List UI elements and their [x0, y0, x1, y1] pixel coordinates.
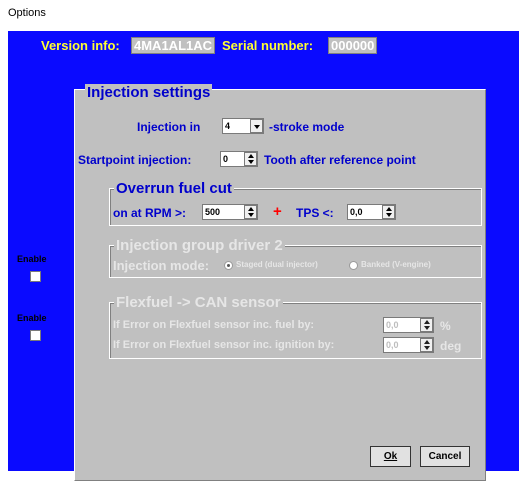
spin-arrows-icon[interactable]: [382, 205, 395, 219]
flexfuel-fuel-unit: %: [440, 319, 451, 333]
spin-arrows-icon[interactable]: [420, 318, 433, 332]
overrun-fuel-cut-group: Overrun fuel cut on at RPM >: 500 + TPS …: [109, 180, 482, 226]
flexfuel-ignition-value: 0,0: [386, 340, 399, 350]
injection-settings-panel: Injection settings Injection in 4 -strok…: [17, 84, 486, 481]
options-client-area: Version info: 4MA1AL1AC Serial number: 0…: [8, 31, 519, 481]
banked-radio[interactable]: [349, 261, 358, 270]
serial-number-value: 000000: [328, 37, 378, 54]
startpoint-injection-suffix: Tooth after reference point: [264, 153, 416, 167]
injection-in-label: Injection in: [137, 120, 201, 134]
overrun-fuel-cut-title: Overrun fuel cut: [114, 180, 234, 197]
flexfuel-fuel-value: 0,0: [386, 320, 399, 330]
injection-group-driver-2-group: Injection group driver 2 Injection mode:…: [109, 237, 482, 278]
injection-group-driver-2-title: Injection group driver 2: [114, 237, 285, 254]
version-info-value: 4MA1AL1AC: [131, 37, 216, 54]
injection-settings-title: Injection settings: [85, 84, 213, 101]
injection-mode-label: Injection mode:: [113, 258, 210, 273]
flexfuel-ignition-stepper[interactable]: 0,0: [383, 337, 434, 353]
flexfuel-enable-label: Enable: [17, 313, 47, 323]
options-window: Options Version info: 4MA1AL1AC Serial n…: [0, 0, 527, 481]
flexfuel-ignition-unit: deg: [440, 339, 462, 353]
stroke-mode-select[interactable]: 4: [222, 118, 264, 134]
spin-arrows-icon[interactable]: [420, 338, 433, 352]
plus-icon: +: [273, 203, 282, 220]
flexfuel-can-sensor-group: Flexfuel -> CAN sensor If Error on Flexf…: [109, 294, 482, 359]
overrun-rpm-label: on at RPM >:: [113, 206, 187, 220]
overrun-rpm-value: 500: [205, 207, 221, 217]
flexfuel-fuel-stepper[interactable]: 0,0: [383, 317, 434, 333]
staged-option-label: Staged (dual injector): [236, 260, 318, 269]
staged-radio[interactable]: [224, 261, 233, 270]
spin-arrows-icon[interactable]: [244, 205, 257, 219]
spin-arrows-icon[interactable]: [244, 152, 257, 166]
ok-button[interactable]: Ok: [370, 446, 411, 467]
group-driver-enable-label: Enable: [17, 254, 47, 264]
startpoint-injection-label: Startpoint injection:: [78, 153, 192, 167]
overrun-rpm-stepper[interactable]: 500: [202, 204, 258, 220]
window-title: Options: [8, 7, 46, 19]
flexfuel-fuel-label: If Error on Flexfuel sensor inc. fuel by…: [113, 319, 315, 331]
banked-option-label: Banked (V-engine): [361, 260, 431, 269]
tps-stepper[interactable]: 0,0: [347, 204, 396, 220]
startpoint-injection-stepper[interactable]: 0: [220, 151, 258, 167]
tps-value: 0,0: [350, 207, 363, 217]
stroke-mode-value: 4: [225, 121, 231, 131]
flexfuel-can-sensor-title: Flexfuel -> CAN sensor: [114, 294, 283, 311]
version-info-label: Version info:: [41, 38, 120, 53]
group-driver-enable-checkbox[interactable]: [30, 271, 41, 282]
cancel-button[interactable]: Cancel: [420, 446, 470, 467]
stroke-mode-suffix: -stroke mode: [269, 120, 345, 134]
title-bar[interactable]: Options: [0, 0, 527, 30]
flexfuel-ignition-label: If Error on Flexfuel sensor inc. ignitio…: [113, 339, 335, 351]
tps-label: TPS <:: [296, 206, 334, 220]
flexfuel-enable-checkbox[interactable]: [30, 330, 41, 341]
serial-number-label: Serial number:: [222, 38, 314, 53]
startpoint-injection-value: 0: [223, 154, 229, 164]
chevron-down-icon[interactable]: [250, 119, 263, 133]
